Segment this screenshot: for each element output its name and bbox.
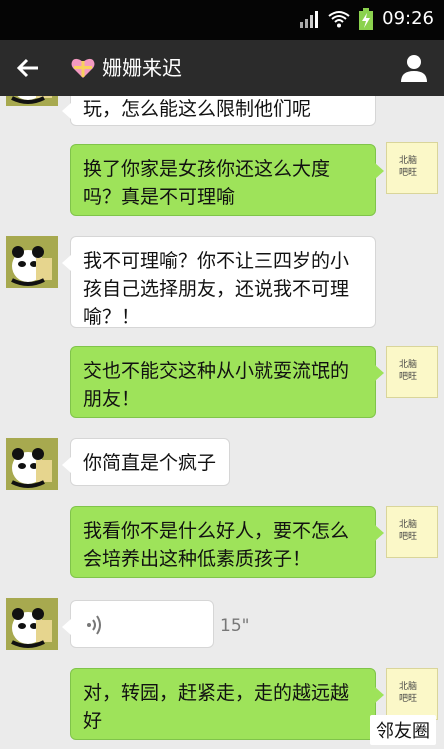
my-avatar[interactable]: 北脑 吧旺: [386, 506, 438, 558]
contact-avatar[interactable]: [6, 96, 58, 106]
message-bubble[interactable]: 我看你不是什么好人，要不怎么会培养出这种低素质孩子！: [70, 506, 384, 578]
avatar-note-text: 北脑 吧旺: [399, 682, 418, 704]
voice-duration: 15": [220, 616, 250, 636]
contact-avatar[interactable]: [6, 438, 58, 490]
contact-avatar[interactable]: [6, 236, 58, 288]
message-bubble[interactable]: 玩，怎么能这么限制他们呢: [62, 96, 376, 126]
message-bubble[interactable]: 换了你家是女孩你还这么大度吗？真是不可理喻: [70, 144, 384, 216]
panda-icon: [11, 448, 52, 488]
status-bar: 09:26: [0, 0, 444, 40]
avatar-note-text: 北脑 吧旺: [399, 520, 418, 542]
panda-icon: [11, 246, 52, 286]
status-icons: 09:26: [298, 8, 434, 30]
panda-icon: [11, 608, 52, 648]
contact-avatar[interactable]: [6, 598, 58, 650]
gift-heart-icon: [71, 58, 95, 78]
signal-icon: [300, 11, 319, 28]
chat-list[interactable]: 玩，怎么能这么限制他们呢 换了你家是女孩你还这么大度吗？真是不可理喻 北脑 吧旺…: [0, 96, 444, 749]
voice-wave-icon: [87, 615, 101, 635]
battery-charging-icon: [359, 8, 374, 30]
message-bubble[interactable]: 我不可理喻？你不让三四岁的小孩自己选择朋友，还说我不可理喻？！: [62, 236, 376, 328]
avatar-note-text: 北脑 吧旺: [399, 360, 418, 382]
message-bubble[interactable]: 交也不能交这种从小就耍流氓的朋友！: [70, 346, 384, 418]
panda-icon: [11, 96, 52, 104]
voice-message[interactable]: [62, 600, 214, 648]
message-text: 玩，怎么能这么限制他们呢: [83, 98, 312, 120]
message-text: 你简直是个疯子: [83, 452, 217, 474]
title-bar: 姗姗来迟: [0, 40, 444, 96]
status-time: 09:26: [382, 8, 434, 29]
message-text: 交也不能交这种从小就耍流氓的朋友！: [83, 360, 350, 410]
message-text: 换了你家是女孩你还这么大度吗？真是不可理喻: [83, 158, 331, 208]
message-text: 我看你不是什么好人，要不怎么会培养出这种低素质孩子！: [83, 520, 350, 570]
profile-icon[interactable]: [398, 52, 430, 84]
message-text: 对，转园，赶紧走，走的越远越好: [83, 682, 350, 732]
watermark: 邻友圈: [370, 715, 436, 745]
my-avatar[interactable]: 北脑 吧旺: [386, 142, 438, 194]
chat-title: 姗姗来迟: [70, 54, 182, 82]
message-bubble[interactable]: 对，转园，赶紧走，走的越远越好: [70, 668, 384, 740]
message-bubble[interactable]: 你简直是个疯子: [62, 438, 230, 486]
back-arrow-icon[interactable]: [12, 52, 44, 84]
message-text: 我不可理喻？你不让三四岁的小孩自己选择朋友，还说我不可理喻？！: [83, 250, 350, 328]
contact-name: 姗姗来迟: [102, 56, 182, 80]
avatar-note-text: 北脑 吧旺: [399, 156, 418, 178]
my-avatar[interactable]: 北脑 吧旺: [386, 346, 438, 398]
my-avatar[interactable]: 北脑 吧旺: [386, 668, 438, 720]
wifi-icon: [328, 11, 350, 28]
